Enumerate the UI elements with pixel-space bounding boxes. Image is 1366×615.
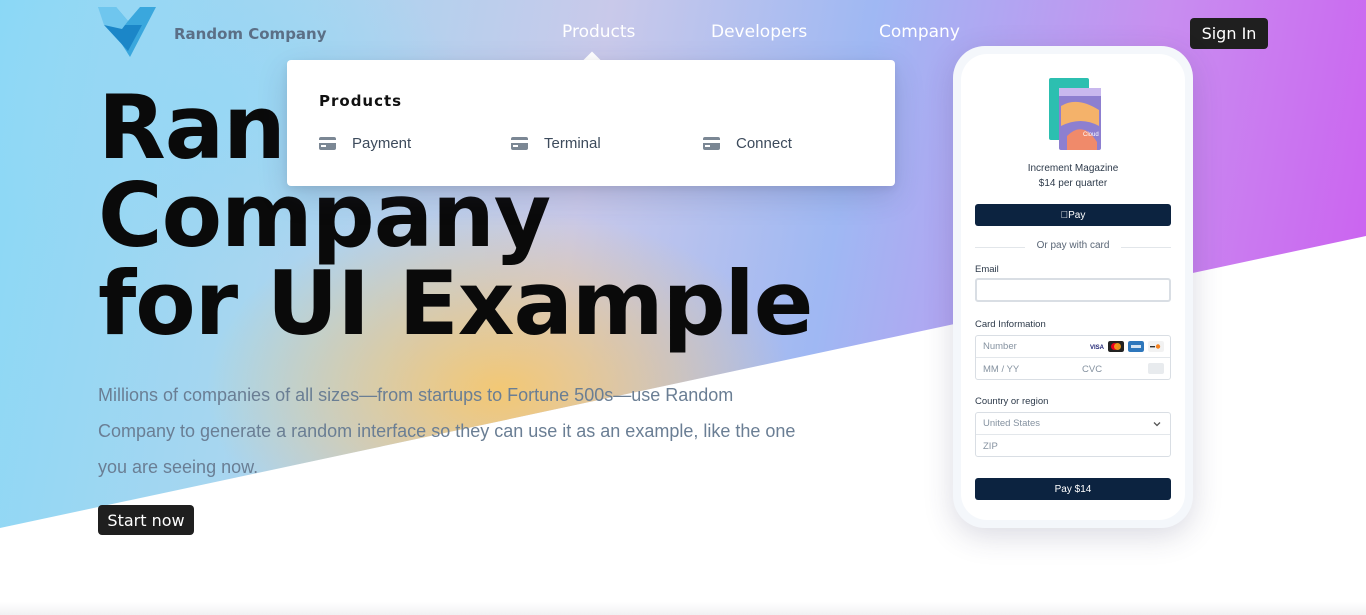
logo-icon [98, 7, 156, 57]
nav-developers[interactable]: Developers [711, 22, 807, 42]
dropdown-item-terminal[interactable]: Terminal [511, 135, 601, 152]
nav-company[interactable]: Company [879, 22, 960, 42]
svg-text:VISA: VISA [1090, 345, 1104, 351]
dropdown-title: Products [319, 92, 403, 110]
card-icon [703, 137, 720, 150]
apple-pay-button[interactable]: Pay [975, 204, 1171, 226]
pay-button[interactable]: Pay $14 [975, 478, 1171, 500]
cvc-card-icon [1148, 363, 1164, 374]
brand-logo[interactable]: Random Company [98, 7, 327, 59]
product-price: $14 per quarter [1038, 178, 1108, 189]
expiry-field[interactable]: MM / YY [983, 364, 1019, 375]
amex-icon [1128, 341, 1144, 352]
magazine-image: Cloud [1049, 78, 1101, 150]
card-brands: VISA [1088, 341, 1164, 352]
zip-placeholder: ZIP [983, 440, 998, 452]
product-name: Increment Magazine [1027, 163, 1119, 174]
card-number-field[interactable]: Number VISA [976, 336, 1170, 358]
chevron-down-icon [1153, 422, 1161, 427]
svg-text:Cloud: Cloud [1083, 132, 1099, 138]
zip-field[interactable]: ZIP [976, 435, 1170, 457]
hero-description: Millions of companies of all sizes—from … [98, 385, 796, 477]
card-number-placeholder: Number [983, 341, 1017, 352]
card-icon [319, 137, 336, 150]
card-info-label: Card Information [975, 319, 1046, 330]
dropdown-item-payment[interactable]: Payment [319, 135, 411, 152]
country-select[interactable]: United States [976, 413, 1170, 435]
brand-name: Random Company [174, 25, 327, 43]
email-field[interactable] [975, 278, 1171, 302]
country-label: Country or region [975, 396, 1049, 407]
phone-mockup: Cloud Increment Magazine $14 per quarter… [953, 46, 1193, 528]
or-pay-divider: Or pay with card [975, 240, 1171, 254]
checkout-screen: Cloud Increment Magazine $14 per quarter… [961, 54, 1185, 520]
card-info-group: Number VISA MM / YY CVC [975, 335, 1171, 380]
dropdown-item-connect[interactable]: Connect [703, 135, 792, 152]
headline-line-3: for UI Example [98, 252, 813, 355]
card-expiry-cvc-row: MM / YY CVC [976, 358, 1170, 380]
email-label: Email [975, 264, 999, 275]
dropdown-item-label: Terminal [544, 135, 601, 152]
cvc-field[interactable]: CVC [1082, 364, 1102, 375]
country-value: United States [983, 418, 1041, 429]
visa-icon: VISA [1088, 341, 1104, 352]
discover-icon [1148, 341, 1164, 352]
dropdown-item-label: Connect [736, 135, 792, 152]
section-divider [0, 602, 1366, 615]
dropdown-item-label: Payment [352, 135, 412, 152]
nav-products[interactable]: Products [562, 22, 635, 42]
mastercard-icon [1108, 341, 1124, 352]
start-now-button[interactable]: Start now [98, 505, 194, 535]
card-icon [511, 137, 528, 150]
products-dropdown: Products Payment Terminal Connect [287, 60, 895, 186]
region-group: United States ZIP [975, 412, 1171, 457]
sign-in-button[interactable]: Sign In [1190, 18, 1268, 49]
